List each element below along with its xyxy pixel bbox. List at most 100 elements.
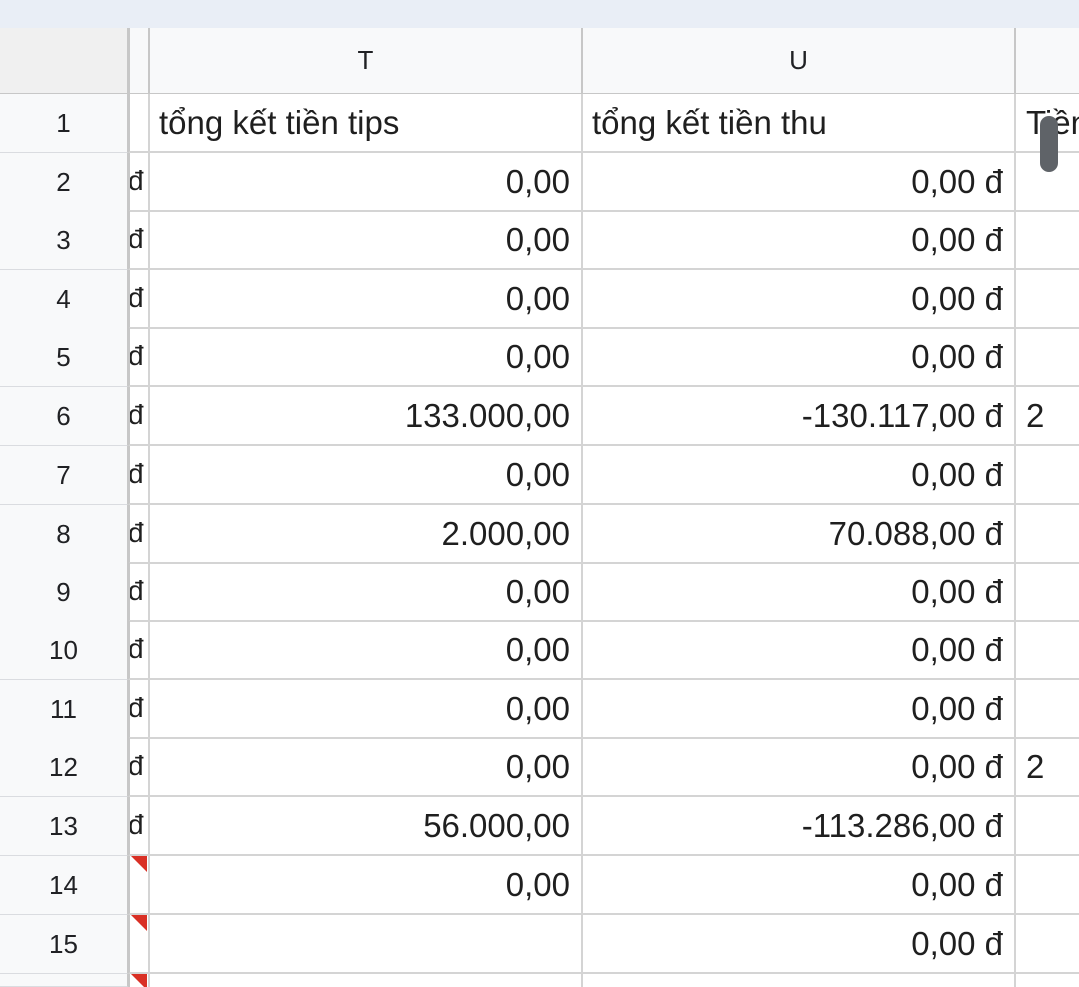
cell-u[interactable]: 0,00 đ	[583, 680, 1016, 739]
row-number-12[interactable]: 12	[0, 738, 128, 797]
column-header-u[interactable]: U	[583, 28, 1016, 94]
cell-t[interactable]: 0,00	[150, 211, 583, 270]
cell-u[interactable]: 70.088,00 đ	[583, 505, 1016, 564]
row-number-10[interactable]: 10	[0, 621, 128, 680]
cell-v[interactable]	[1016, 621, 1079, 680]
table-row: 13 đ 56.000,00 -113.286,00 đ	[0, 797, 1079, 856]
cell-u[interactable]: 0,00 đ	[583, 563, 1016, 622]
cell-s[interactable]: đ	[128, 738, 150, 797]
cell-t[interactable]: 0,00	[150, 153, 583, 212]
cell-s-value: đ	[128, 339, 144, 371]
cell-s[interactable]: đ	[128, 270, 150, 329]
cell-t[interactable]	[150, 974, 583, 987]
cell-v[interactable]	[1016, 328, 1079, 387]
cell-s[interactable]: đ	[128, 797, 150, 856]
cell-v[interactable]	[1016, 915, 1079, 974]
cell-v[interactable]	[1016, 270, 1079, 329]
column-header-s[interactable]	[128, 28, 150, 94]
cell-v[interactable]: 2	[1016, 387, 1079, 446]
cell-s[interactable]: đ	[128, 446, 150, 505]
row-number-3[interactable]: 3	[0, 211, 128, 270]
table-row: 12 đ 0,00 0,00 đ2	[0, 738, 1079, 797]
cell-s-value: đ	[128, 398, 144, 430]
row-number-11[interactable]: 11	[0, 680, 128, 739]
row-number-14[interactable]: 14	[0, 856, 128, 915]
cell-s-value: đ	[128, 281, 144, 313]
app-toolbar-strip	[0, 0, 1079, 28]
table-row: 15 0,00 đ	[0, 915, 1079, 974]
row-number-6[interactable]: 6	[0, 387, 128, 446]
cell-s-value: đ	[128, 516, 144, 548]
cell-v[interactable]	[1016, 797, 1079, 856]
cell-u[interactable]: 0,00 đ	[583, 621, 1016, 680]
cell-s[interactable]: đ	[128, 211, 150, 270]
cell-v[interactable]	[1016, 856, 1079, 915]
cell-s[interactable]: đ	[128, 563, 150, 622]
row-number-15[interactable]: 15	[0, 915, 128, 974]
cell-u[interactable]: -113.286,00 đ	[583, 797, 1016, 856]
row-number-9[interactable]: 9	[0, 563, 128, 622]
cell-u[interactable]	[583, 974, 1016, 987]
cell-v[interactable]	[1016, 446, 1079, 505]
cell-v[interactable]	[1016, 563, 1079, 622]
cell-t[interactable]: 0,00	[150, 563, 583, 622]
cell-s[interactable]: đ	[128, 153, 150, 212]
row-number-2[interactable]: 2	[0, 153, 128, 212]
cell-t[interactable]: 0,00	[150, 738, 583, 797]
cell-s[interactable]	[128, 915, 150, 974]
cell-s[interactable]: đ	[128, 680, 150, 739]
cell-s[interactable]: đ	[128, 328, 150, 387]
row-number-13[interactable]: 13	[0, 797, 128, 856]
cell-t[interactable]: 0,00	[150, 270, 583, 329]
cell-t[interactable]	[150, 915, 583, 974]
cell-s-value: đ	[128, 164, 144, 196]
table-row: 5 đ 0,00 0,00 đ	[0, 328, 1079, 387]
cell-u[interactable]: 0,00 đ	[583, 915, 1016, 974]
cell-u[interactable]: -130.117,00 đ	[583, 387, 1016, 446]
row-number-7[interactable]: 7	[0, 446, 128, 505]
spreadsheet-grid[interactable]: T U 1 tổng kết tiền tips tổng kết tiền thu…	[0, 28, 1079, 987]
cell-u[interactable]: 0,00 đ	[583, 270, 1016, 329]
cell-t[interactable]: 2.000,00	[150, 505, 583, 564]
cell-s[interactable]: đ	[128, 621, 150, 680]
cell-v[interactable]	[1016, 211, 1079, 270]
cell-u[interactable]: 0,00 đ	[583, 856, 1016, 915]
vertical-scrollbar-thumb[interactable]	[1040, 116, 1058, 172]
cell-s[interactable]: đ	[128, 505, 150, 564]
table-row: 14 0,00 0,00 đ	[0, 856, 1079, 915]
row-number-1[interactable]: 1	[0, 94, 128, 153]
select-all-corner[interactable]	[0, 28, 128, 94]
cell-t[interactable]: tổng kết tiền tips	[150, 94, 583, 153]
cell-s-value: đ	[128, 691, 144, 723]
cell-v[interactable]	[1016, 974, 1079, 987]
row-number-8[interactable]: 8	[0, 505, 128, 564]
table-row: 4 đ 0,00 0,00 đ	[0, 270, 1079, 329]
cell-s[interactable]	[128, 974, 150, 987]
cell-u[interactable]: 0,00 đ	[583, 328, 1016, 387]
cell-s-value: đ	[128, 749, 144, 781]
cell-u[interactable]: 0,00 đ	[583, 738, 1016, 797]
cell-t[interactable]: 0,00	[150, 446, 583, 505]
cell-t[interactable]: 0,00	[150, 328, 583, 387]
cell-u[interactable]: 0,00 đ	[583, 446, 1016, 505]
table-row: 1tổng kết tiền tipstổng kết tiền thuTiền	[0, 94, 1079, 153]
row-number-5[interactable]: 5	[0, 328, 128, 387]
column-header-t[interactable]: T	[150, 28, 583, 94]
cell-u[interactable]: tổng kết tiền thu	[583, 94, 1016, 153]
cell-v[interactable]	[1016, 680, 1079, 739]
cell-t[interactable]: 0,00	[150, 856, 583, 915]
row-number-4[interactable]: 4	[0, 270, 128, 329]
cell-t[interactable]: 133.000,00	[150, 387, 583, 446]
column-header-v[interactable]	[1016, 28, 1079, 94]
cell-u[interactable]: 0,00 đ	[583, 153, 1016, 212]
cell-t[interactable]: 56.000,00	[150, 797, 583, 856]
cell-u[interactable]: 0,00 đ	[583, 211, 1016, 270]
cell-s[interactable]	[128, 856, 150, 915]
row-number-partial[interactable]	[0, 974, 128, 987]
cell-v[interactable]	[1016, 505, 1079, 564]
cell-v[interactable]: 2	[1016, 738, 1079, 797]
cell-t[interactable]: 0,00	[150, 621, 583, 680]
cell-s[interactable]: đ	[128, 387, 150, 446]
cell-t[interactable]: 0,00	[150, 680, 583, 739]
cell-s[interactable]	[128, 94, 150, 153]
